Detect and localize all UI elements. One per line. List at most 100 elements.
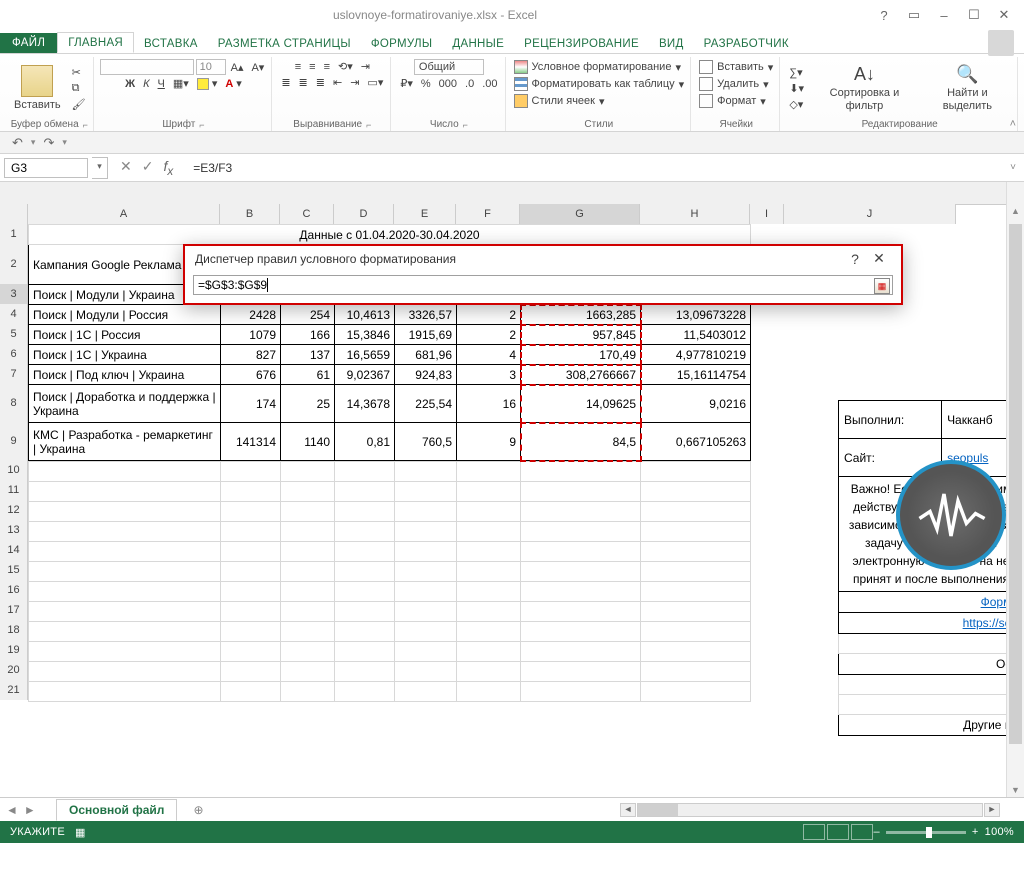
bold-button[interactable]: Ж [122, 76, 138, 91]
autosum-button[interactable]: ∑▾ [786, 65, 805, 80]
column-header-I[interactable]: I [750, 204, 784, 224]
comma-button[interactable]: 000 [436, 76, 460, 91]
row-header-12[interactable]: 12 [0, 500, 28, 520]
cell[interactable]: 1079 [221, 325, 281, 345]
copy-button[interactable]: ⧉ [69, 81, 89, 96]
row-header-20[interactable]: 20 [0, 660, 28, 680]
underline-button[interactable]: Ч [155, 76, 168, 91]
tab-review[interactable]: РЕЦЕНЗИРОВАНИЕ [514, 34, 649, 53]
align-middle-button[interactable]: ≡ [306, 59, 318, 74]
dec-decimal-button[interactable]: .00 [479, 76, 500, 91]
cell[interactable]: 681,96 [395, 345, 457, 365]
formula-input[interactable]: =E3/F3 [185, 158, 1002, 178]
tab-page-layout[interactable]: РАЗМЕТКА СТРАНИЦЫ [208, 34, 361, 53]
row-header-14[interactable]: 14 [0, 540, 28, 560]
row-header-21[interactable]: 21 [0, 680, 28, 700]
row-header-18[interactable]: 18 [0, 620, 28, 640]
cell[interactable]: 2428 [221, 305, 281, 325]
fill-button[interactable]: ⬇▾ [786, 81, 807, 96]
cell[interactable]: Поиск | Доработка и поддержка | Украина [29, 385, 221, 423]
qat-customize-icon[interactable]: ▾ [62, 137, 67, 148]
cell[interactable]: 0,667105263 [641, 423, 751, 461]
row-header-8[interactable]: 8 [0, 384, 28, 422]
table-row[interactable]: Поиск | Модули | Россия242825410,4613332… [29, 305, 751, 325]
cell[interactable]: 25 [281, 385, 335, 423]
hscroll-left-icon[interactable]: ◄ [620, 803, 636, 817]
cell[interactable]: 0,81 [335, 423, 395, 461]
cell[interactable]: 170,49 [521, 345, 641, 365]
zoom-slider[interactable] [886, 831, 966, 834]
ribbon-options-icon[interactable]: ▭ [900, 5, 928, 25]
cell[interactable]: 14,09625 [521, 385, 641, 423]
cell[interactable]: 137 [281, 345, 335, 365]
insert-cells-button[interactable]: Вставить▾ [697, 59, 775, 75]
cell[interactable]: 16,5659 [335, 345, 395, 365]
row-header-6[interactable]: 6 [0, 344, 28, 364]
undo-button[interactable]: ↶ [12, 135, 23, 151]
cell[interactable]: 11,5403012 [641, 325, 751, 345]
cell[interactable]: 9,0216 [641, 385, 751, 423]
cell[interactable]: 15,3846 [335, 325, 395, 345]
align-bottom-button[interactable]: ≡ [321, 59, 333, 74]
row-header-13[interactable]: 13 [0, 520, 28, 540]
side-link-form[interactable]: Форма [839, 592, 1024, 613]
cell[interactable]: 308,2766667 [521, 365, 641, 385]
tab-developer[interactable]: РАЗРАБОТЧИК [694, 34, 799, 53]
row-header-7[interactable]: 7 [0, 364, 28, 384]
font-launcher-icon[interactable]: ⌐ [199, 120, 204, 130]
cell[interactable]: 84,5 [521, 423, 641, 461]
select-all-corner[interactable] [0, 204, 28, 224]
dialog-help-button[interactable]: ? [843, 251, 867, 267]
undo-dropdown-icon[interactable]: ▾ [31, 137, 36, 148]
tab-formulas[interactable]: ФОРМУЛЫ [361, 34, 443, 53]
paste-button[interactable]: Вставить [10, 63, 65, 113]
name-box-dropdown-icon[interactable]: ▾ [92, 157, 108, 179]
wrap-text-button[interactable]: ⇥ [358, 59, 373, 74]
align-right-button[interactable]: ≣ [313, 75, 328, 90]
column-headers[interactable] [0, 182, 1024, 205]
expand-formula-bar-icon[interactable]: ˅ [1002, 162, 1024, 173]
format-painter-button[interactable]: 🖌 [69, 97, 89, 112]
cell[interactable]: 760,5 [395, 423, 457, 461]
fx-icon[interactable]: fx [163, 158, 173, 178]
cell[interactable]: 1663,285 [521, 305, 641, 325]
table-row[interactable]: Поиск | Доработка и поддержка | Украина1… [29, 385, 751, 423]
row-header-17[interactable]: 17 [0, 600, 28, 620]
cell[interactable]: 2 [457, 305, 521, 325]
collapse-dialog-icon[interactable]: ▦ [874, 278, 890, 294]
table-row[interactable]: Поиск | 1С | Украина82713716,5659681,964… [29, 345, 751, 365]
tab-home[interactable]: ГЛАВНАЯ [57, 32, 134, 53]
cell[interactable]: 10,4613 [335, 305, 395, 325]
column-header-H[interactable]: H [640, 204, 750, 224]
row-header-10[interactable]: 10 [0, 460, 28, 480]
cell[interactable]: 166 [281, 325, 335, 345]
font-color-button[interactable]: A▾ [222, 76, 244, 91]
table-row[interactable]: Поиск | 1С | Россия107916615,38461915,69… [29, 325, 751, 345]
column-header-J[interactable]: J [784, 204, 956, 224]
hscroll-right-icon[interactable]: ► [984, 803, 1000, 817]
column-header-B[interactable]: B [220, 204, 280, 224]
cell[interactable]: 3 [457, 365, 521, 385]
cancel-formula-button[interactable]: ✕ [120, 158, 132, 178]
dialog-close-button[interactable]: ✕ [867, 250, 891, 267]
close-button[interactable]: ✕ [990, 5, 1018, 25]
view-normal-button[interactable] [803, 824, 825, 840]
zoom-out-button[interactable]: – [874, 826, 880, 838]
row-header-11[interactable]: 11 [0, 480, 28, 500]
decrease-font-button[interactable]: A▾ [248, 59, 267, 75]
maximize-button[interactable]: ☐ [960, 5, 988, 25]
cell[interactable]: КМС | Разработка - ремаркетинг | Украина [29, 423, 221, 461]
cut-button[interactable]: ✂ [69, 65, 89, 80]
align-left-button[interactable]: ≣ [278, 75, 293, 90]
sheet-nav-right-icon[interactable]: ► [24, 803, 36, 817]
cell[interactable]: 957,845 [521, 325, 641, 345]
dialog-range-input[interactable]: =$G$3:$G$9 ▦ [193, 275, 893, 295]
view-page-break-button[interactable] [851, 824, 873, 840]
redo-button[interactable]: ↷ [43, 135, 54, 151]
cell[interactable]: 174 [221, 385, 281, 423]
side-link-https[interactable]: https://seo [839, 613, 1024, 634]
row-header-15[interactable]: 15 [0, 560, 28, 580]
row-header-19[interactable]: 19 [0, 640, 28, 660]
format-cells-button[interactable]: Формат▾ [697, 93, 768, 109]
cell[interactable]: Поиск | 1С | Россия [29, 325, 221, 345]
